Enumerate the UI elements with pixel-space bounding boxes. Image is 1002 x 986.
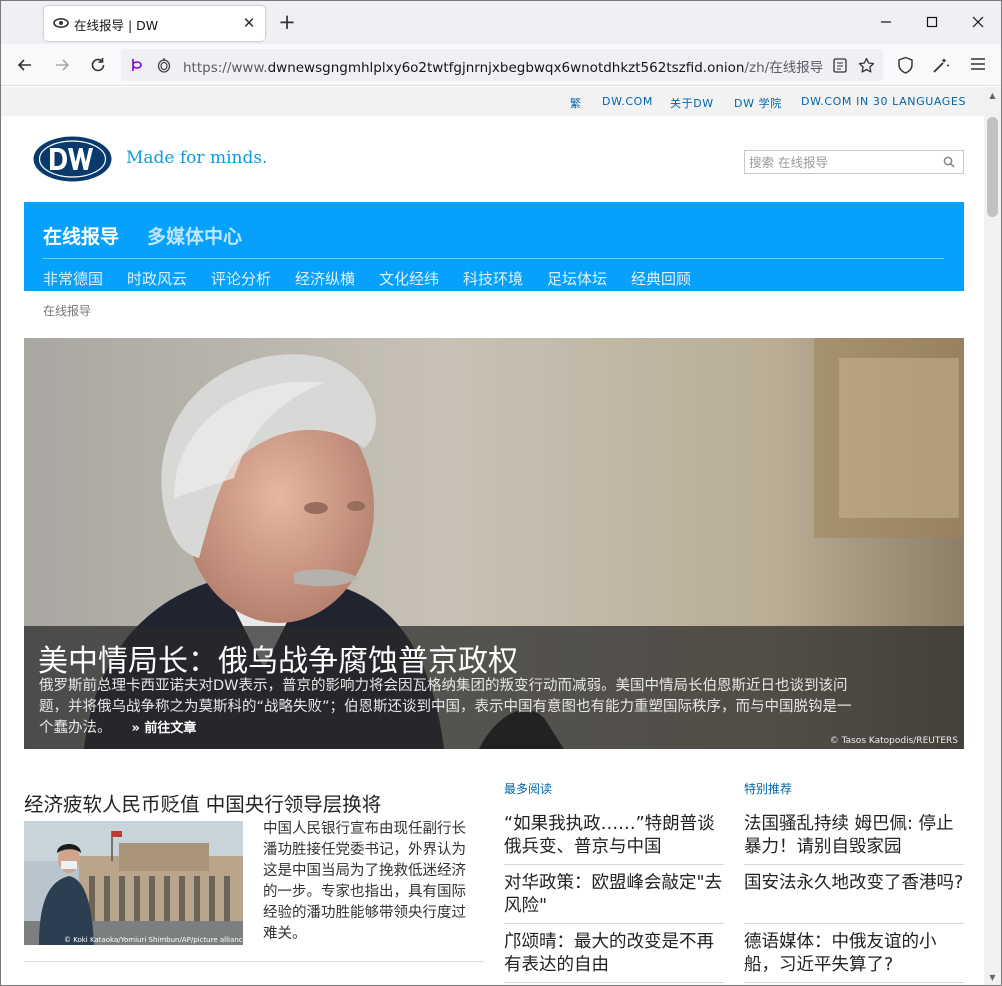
- recommended-item[interactable]: 国安法永久地改变了香港吗?: [744, 872, 964, 895]
- dw-com-link[interactable]: DW.COM: [602, 95, 653, 108]
- category-history[interactable]: 经典回顾: [631, 268, 691, 289]
- section-online-reports[interactable]: 在线报导: [43, 222, 119, 249]
- bookmark-star-icon[interactable]: [858, 57, 875, 74]
- category-commentary[interactable]: 评论分析: [211, 268, 271, 289]
- story-image[interactable]: © Koki Kataoka/Yomiuri Shimbun/AP/pictur…: [24, 821, 243, 945]
- most-read-heading: 最多阅读: [504, 782, 553, 796]
- read-more-link[interactable]: » 前往文章: [132, 721, 197, 736]
- list-divider: [744, 923, 964, 924]
- scroll-down-arrow[interactable]: ▼: [988, 973, 997, 982]
- breadcrumb[interactable]: 在线报导: [43, 302, 91, 319]
- shield-icon[interactable]: [897, 56, 914, 74]
- page-content: Made for minds. 在线报导 多媒体中心 非常德国 时政风云 评论分…: [1, 116, 984, 985]
- search-box: [744, 150, 964, 174]
- tab-close-icon[interactable]: ✕: [240, 14, 258, 32]
- brand-claim: Made for minds.: [126, 148, 268, 168]
- new-tab-button[interactable]: +: [276, 11, 298, 33]
- recommended-item[interactable]: 法国骚乱持续 姆巴佩: 停止暴力！请别自毁家园: [744, 813, 964, 859]
- hero-photo-credit: © Tasos Katopodis/REUTERS: [829, 736, 958, 746]
- category-culture[interactable]: 文化经纬: [379, 268, 439, 289]
- list-divider: [504, 982, 724, 983]
- story-photo: [24, 821, 243, 945]
- recommended-item[interactable]: 德语媒体：中俄友谊的小船，习近平失算了?: [744, 931, 964, 977]
- about-dw-link[interactable]: 关于DW: [670, 95, 714, 111]
- address-bar[interactable]: https://www.dwnewsgngmhlplxy6o2twtfgjnrn…: [121, 49, 883, 81]
- forward-button[interactable]: [49, 52, 75, 78]
- category-politics[interactable]: 时政风云: [127, 268, 187, 289]
- hero-article[interactable]: 美中情局长：俄乌战争腐蚀普京政权 俄罗斯前总理卡西亚诺夫对DW表示，普京的影响力…: [24, 338, 964, 749]
- menu-icon[interactable]: [970, 57, 986, 71]
- traditional-chinese-link[interactable]: 繁: [570, 95, 582, 111]
- list-divider: [744, 864, 964, 865]
- onion-site-icon[interactable]: [157, 57, 171, 73]
- story-divider: [24, 961, 484, 962]
- browser-window: 在线报导 | DW ✕ + https://www.dwnewsgngmhlpl…: [0, 0, 1002, 986]
- search-input[interactable]: [745, 151, 935, 173]
- story-photo-credit: © Koki Kataoka/Yomiuri Shimbun/AP/pictur…: [64, 936, 243, 944]
- close-window-button[interactable]: [955, 7, 1001, 39]
- category-economy[interactable]: 经济纵横: [295, 268, 355, 289]
- recommended-heading: 特别推荐: [744, 782, 793, 796]
- scrollbar-thumb[interactable]: [987, 117, 998, 217]
- languages-link[interactable]: DW.COM IN 30 LANGUAGES: [801, 95, 966, 108]
- hero-caption: 美中情局长：俄乌战争腐蚀普京政权 俄罗斯前总理卡西亚诺夫对DW表示，普京的影响力…: [24, 626, 964, 749]
- vertical-scrollbar[interactable]: ▲ ▼: [984, 87, 1001, 985]
- category-science[interactable]: 科技环境: [463, 268, 523, 289]
- nav-divider: [43, 258, 944, 259]
- category-germany[interactable]: 非常德国: [43, 268, 103, 289]
- list-divider: [504, 923, 724, 924]
- meta-navigation: 繁 DW.COM 关于DW DW 学院 DW.COM IN 30 LANGUAG…: [1, 87, 984, 116]
- tor-onion-icon: [53, 18, 69, 28]
- reader-view-icon[interactable]: [833, 58, 847, 73]
- section-navigation: 在线报导 多媒体中心 非常德国 时政风云 评论分析 经济纵横 文化经纬 科技环境…: [24, 202, 964, 291]
- hero-teaser: 俄罗斯前总理卡西亚诺夫对DW表示，普京的影响力将会因瓦格纳集团的叛变行动而减弱。…: [39, 678, 852, 736]
- minimize-button[interactable]: [863, 7, 909, 39]
- category-sports[interactable]: 足坛体坛: [547, 268, 607, 289]
- story-teaser: 中国人民银行宣布由现任副行长潘功胜接任党委书记，外界认为这是中国当局为了挽救低迷…: [263, 821, 466, 942]
- hero-title[interactable]: 美中情局长：俄乌战争腐蚀普京政权: [38, 636, 518, 680]
- onion-circuit-icon[interactable]: [129, 57, 145, 73]
- list-divider: [504, 864, 724, 865]
- maximize-button[interactable]: [909, 7, 955, 39]
- scroll-up-arrow[interactable]: ▲: [988, 91, 997, 100]
- search-icon[interactable]: [943, 156, 955, 168]
- dw-academy-link[interactable]: DW 学院: [734, 95, 782, 111]
- tab-bar: 在线报导 | DW ✕ +: [1, 1, 1001, 44]
- back-button[interactable]: [12, 52, 38, 78]
- tab-title: 在线报导 | DW: [74, 18, 159, 33]
- navigation-toolbar: https://www.dwnewsgngmhlplxy6o2twtfgjnrn…: [1, 44, 1001, 86]
- tab-active[interactable]: 在线报导 | DW ✕: [44, 6, 265, 41]
- url-text: https://www.dwnewsgngmhlplxy6o2twtfgjnrn…: [183, 60, 823, 76]
- list-divider: [744, 982, 964, 983]
- most-read-item[interactable]: “如果我执政……”特朗普谈俄兵变、普京与中国: [504, 813, 724, 859]
- page-viewport: 繁 DW.COM 关于DW DW 学院 DW.COM IN 30 LANGUAG…: [1, 87, 984, 985]
- section-media-center[interactable]: 多媒体中心: [147, 222, 242, 249]
- most-read-item[interactable]: 邝颂晴：最大的改变是不再有表达的自由: [504, 931, 724, 977]
- dw-logo[interactable]: [33, 136, 112, 182]
- most-read-item[interactable]: 对华政策：欧盟峰会敲定"去风险": [504, 872, 724, 918]
- reload-button[interactable]: [85, 52, 111, 78]
- story-title[interactable]: 经济疲软人民币贬值 中国央行领导层换将: [24, 788, 381, 817]
- new-identity-icon[interactable]: [932, 56, 950, 74]
